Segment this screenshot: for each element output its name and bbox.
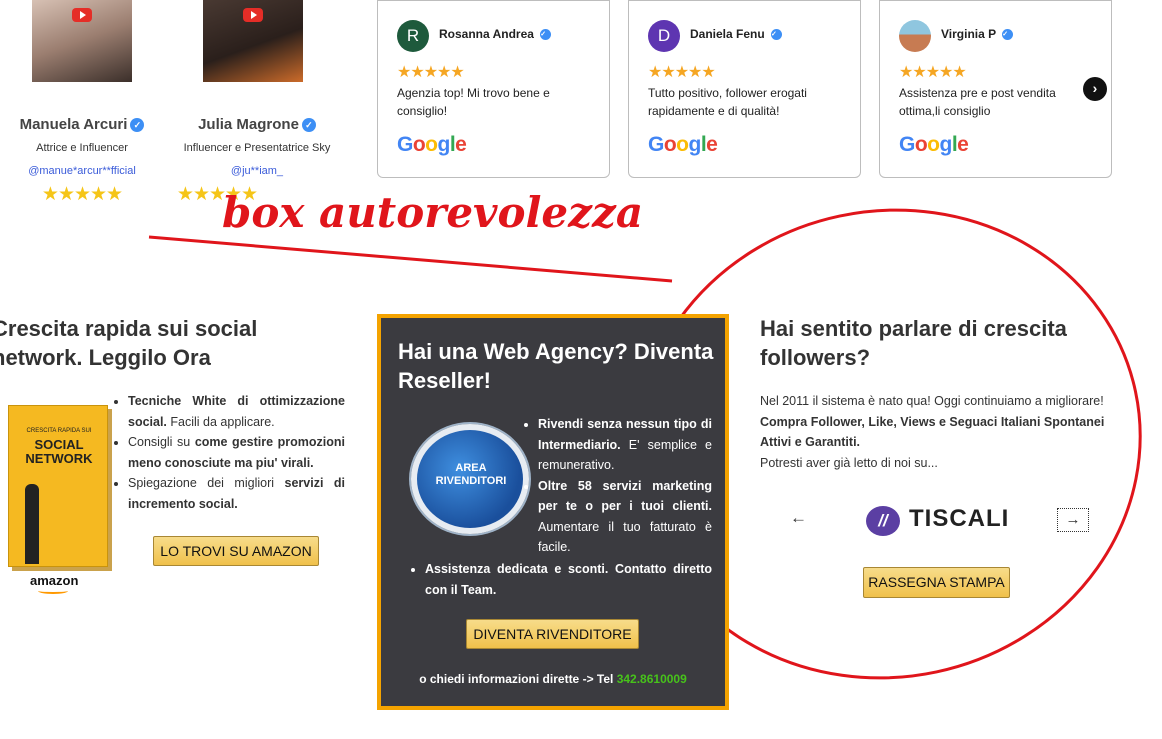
google-logo: Google [648,133,718,156]
amazon-smile-icon [38,588,68,594]
list-item: Consigli su come gestire promozioni meno… [128,432,345,473]
tiscali-logo-icon: // [866,506,900,536]
press-section-text: Nel 2011 il sistema è nato qua! Oggi con… [760,394,1105,470]
press-next-arrow-icon[interactable]: → [1057,508,1089,532]
reviewer-name: Rosanna Andrea [439,27,534,41]
influencer-photo[interactable] [32,0,132,82]
phone-link[interactable]: 342.8610009 [617,672,687,686]
influencer-name: Julia Magrone [198,116,299,133]
google-logo: Google [899,133,969,156]
amazon-logo: amazon [30,573,79,588]
amazon-button[interactable]: LO TROVI SU AMAZON [153,536,319,566]
influencer-role: Influencer e Presentatrice Sky [183,142,331,154]
influencer-handle[interactable]: @manue*arcur**fficial [0,165,172,177]
list-item: Tecniche White di ottimizzazione social.… [128,391,345,432]
review-card: D Daniela Fenu ✓ ★★★★★ Tutto positivo, f… [628,0,861,178]
press-section-title: Hai sentito parlare di crescita follower… [760,316,1067,370]
area-rivenditori-badge[interactable]: AREA RIVENDITORI [411,424,529,534]
review-text: Assistenza pre e post vendita ottima,li … [899,86,1056,118]
influencer-handle[interactable]: @ju**iam_ [167,165,347,177]
reviewer-avatar [899,20,931,52]
youtube-play-icon[interactable] [243,8,263,22]
book-figure-icon [25,484,39,564]
reviewer-name: Daniela Fenu [690,27,765,41]
annotation-label: box autorevolezza [222,188,644,237]
carousel-next-button[interactable]: › [1083,77,1107,101]
book-cover[interactable]: CRESCITA RAPIDA SUI SOCIAL NETWORK [8,405,108,567]
reseller-support-list: Assistenza dedicata e sconti. Contatto d… [409,559,712,600]
list-item: Rivendi senza nessun tipo di Intermediar… [538,414,712,476]
list-item: Oltre 58 servizi marketing per te o per … [538,476,712,558]
rassegna-stampa-button[interactable]: RASSEGNA STAMPA [863,567,1010,598]
influencer-role: Attrice e Influencer [36,142,128,154]
review-card: Virginia P ✓ ★★★★★ Assistenza pre e post… [879,0,1112,178]
verified-icon: ✓ [1002,29,1014,41]
book-title: SOCIAL NETWORK [25,437,93,466]
google-logo: Google [397,133,467,156]
press-prev-arrow-icon[interactable]: ← [790,508,807,528]
reviewer-avatar: R [397,20,429,52]
book-features-list: Tecniche White di ottimizzazione social.… [112,391,345,514]
list-item: Spiegazione dei migliori servizi di incr… [128,473,345,514]
reviewer-name: Virginia P [941,27,996,41]
verified-icon: ✓ [130,118,145,133]
review-text: Agenzia top! Mi trovo bene e consiglio! [397,86,550,118]
press-logo[interactable]: TISCALI [909,505,1009,533]
influencer-photo[interactable] [203,0,303,82]
reseller-contact: o chiedi informazioni dirette -> Tel 342… [419,672,687,686]
reseller-title: Hai una Web Agency? Diventa Reseller! [398,339,714,393]
review-text: Tutto positivo, follower erogati rapidam… [648,86,807,118]
influencer-name: Manuela Arcuri [19,116,128,133]
reviewer-avatar: D [648,20,680,52]
verified-icon: ✓ [301,118,316,133]
annotation-arrow-line [148,235,673,283]
reseller-benefits-list: Rivendi senza nessun tipo di Intermediar… [522,414,712,558]
diventa-rivenditore-button[interactable]: DIVENTA RIVENDITORE [466,619,639,649]
youtube-play-icon[interactable] [72,8,92,22]
star-rating: ★★★★★ [648,64,716,81]
verified-icon: ✓ [771,29,783,41]
list-item: Assistenza dedicata e sconti. Contatto d… [425,559,712,600]
star-rating: ★★★★★ [899,64,967,81]
book-section-title: Crescita rapida sui social network. Legg… [0,316,258,370]
reseller-box: Hai una Web Agency? Diventa Reseller! AR… [377,314,729,710]
star-rating: ★★★★★ [397,64,465,81]
verified-icon: ✓ [540,29,552,41]
review-card: R Rosanna Andrea ✓ ★★★★★ Agenzia top! Mi… [377,0,610,178]
book-kicker: CRESCITA RAPIDA SUI [26,428,92,434]
